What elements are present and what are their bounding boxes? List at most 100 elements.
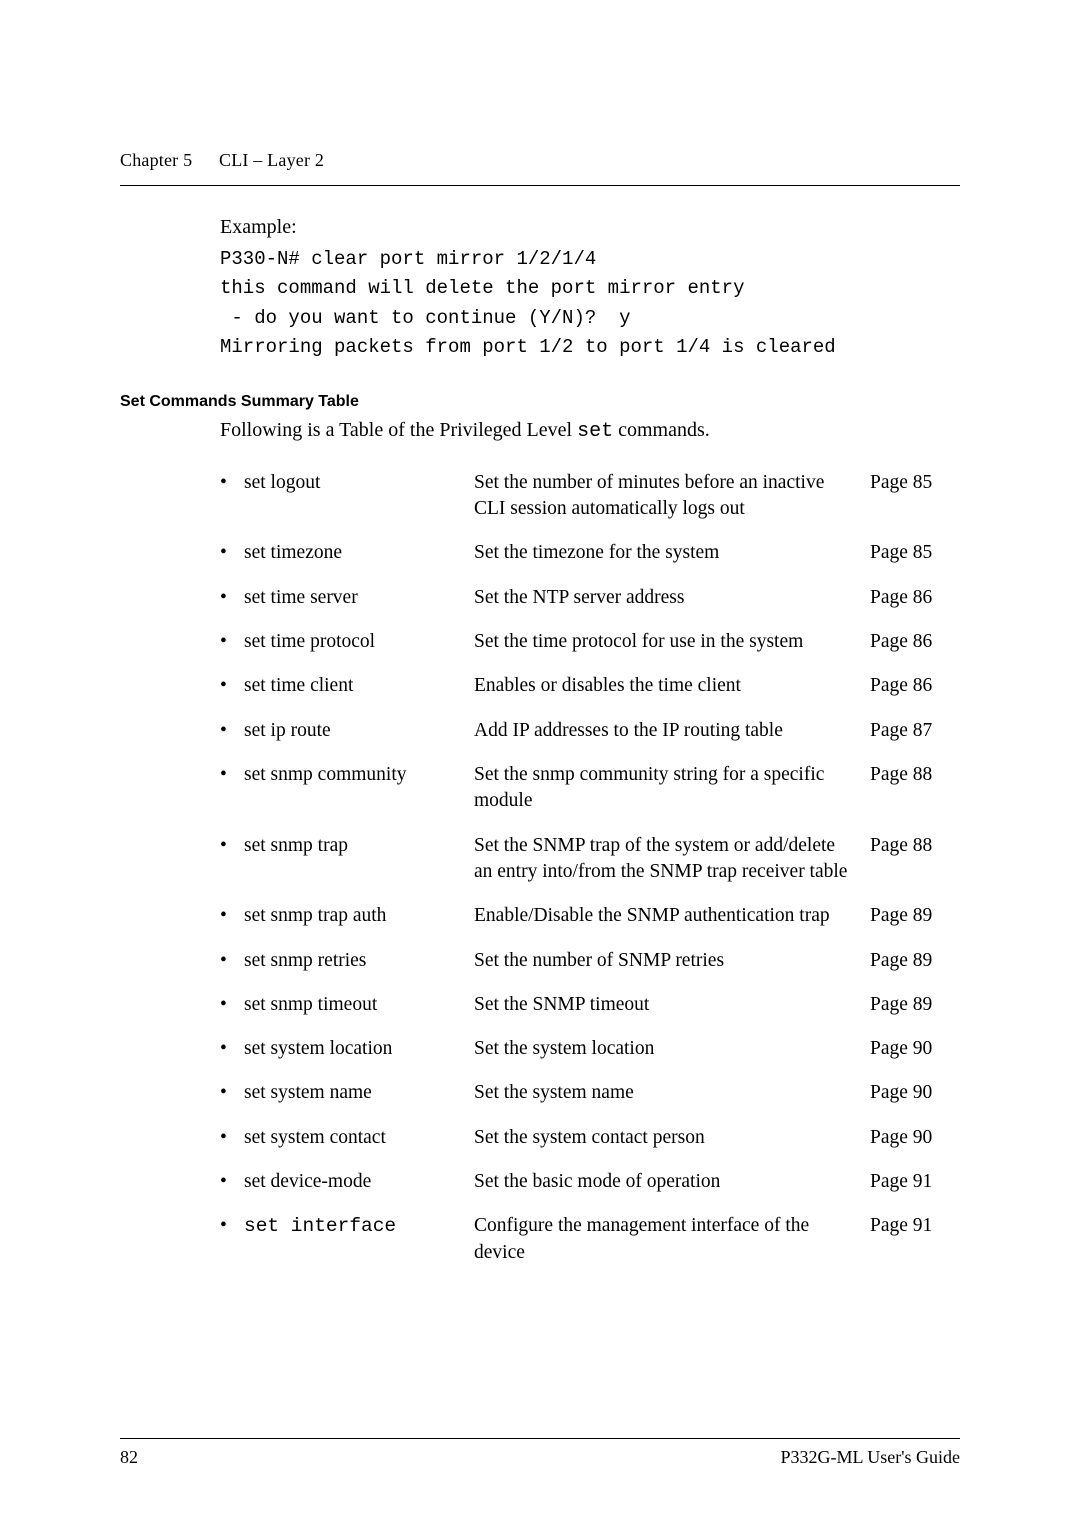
command-page: Page 88 [870,762,960,788]
command-description: Set the snmp community string for a spec… [474,762,870,815]
command-name: set snmp trap [244,833,474,859]
command-description: Enables or disables the time client [474,673,870,699]
command-page: Page 91 [870,1213,960,1239]
command-page: Page 89 [870,948,960,974]
command-name: set system name [244,1080,474,1106]
bullet-icon: • [220,1036,244,1062]
table-row: •set time serverSet the NTP server addre… [220,576,960,620]
command-page: Page 90 [870,1125,960,1151]
command-description: Set the system location [474,1036,870,1062]
command-name: set snmp retries [244,948,474,974]
command-name: set device-mode [244,1169,474,1195]
command-description: Set the time protocol for use in the sys… [474,629,870,655]
bullet-icon: • [220,673,244,699]
table-row: •set snmp timeoutSet the SNMP timeoutPag… [220,983,960,1027]
command-description: Set the number of minutes before an inac… [474,470,870,523]
command-description: Set the system name [474,1080,870,1106]
chapter-label: Chapter 5 [120,150,192,170]
footer: 82 P332G-ML User's Guide [120,1438,960,1468]
command-description: Set the basic mode of operation [474,1169,870,1195]
command-name: set timezone [244,540,474,566]
footer-rule [120,1438,960,1439]
command-page: Page 85 [870,470,960,496]
bullet-icon: • [220,992,244,1018]
intro-pre: Following is a Table of the Privileged L… [220,419,577,441]
command-page: Page 88 [870,833,960,859]
table-row: •set timezoneSet the timezone for the sy… [220,531,960,575]
command-page: Page 91 [870,1169,960,1195]
bullet-icon: • [220,1213,244,1239]
set-commands-heading: Set Commands Summary Table [120,393,960,411]
command-description: Set the NTP server address [474,585,870,611]
bullet-icon: • [220,629,244,655]
bullet-icon: • [220,540,244,566]
command-name: set snmp community [244,762,474,788]
command-page: Page 86 [870,629,960,655]
intro-mono: set [577,420,613,443]
command-page: Page 87 [870,718,960,744]
page-number: 82 [120,1447,138,1468]
command-name: set time client [244,673,474,699]
bullet-icon: • [220,585,244,611]
bullet-icon: • [220,948,244,974]
command-name: set system location [244,1036,474,1062]
example-label: Example: [220,216,960,239]
command-description: Set the timezone for the system [474,540,870,566]
table-row: •set system locationSet the system locat… [220,1027,960,1071]
chapter-title: CLI – Layer 2 [219,150,324,170]
table-row: •set system contactSet the system contac… [220,1116,960,1160]
bullet-icon: • [220,1080,244,1106]
command-name: set time protocol [244,629,474,655]
table-row: •set device-modeSet the basic mode of op… [220,1160,960,1204]
command-description: Add IP addresses to the IP routing table [474,718,870,744]
table-row: •set snmp retriesSet the number of SNMP … [220,939,960,983]
table-row: •set logoutSet the number of minutes bef… [220,461,960,532]
bullet-icon: • [220,470,244,496]
command-page: Page 90 [870,1080,960,1106]
code-line: Mirroring packets from port 1/2 to port … [220,336,836,358]
table-row: •set system nameSet the system namePage … [220,1071,960,1115]
command-description: Set the SNMP timeout [474,992,870,1018]
command-name: set system contact [244,1125,474,1151]
command-page: Page 90 [870,1036,960,1062]
header-rule [120,185,960,186]
bullet-icon: • [220,1125,244,1151]
command-table: •set logoutSet the number of minutes bef… [220,461,960,1275]
bullet-icon: • [220,718,244,744]
command-name: set snmp trap auth [244,903,474,929]
intro-post: commands. [613,419,710,441]
table-row: •set snmp trapSet the SNMP trap of the s… [220,824,960,895]
command-description: Set the SNMP trap of the system or add/d… [474,833,870,886]
command-description: Configure the management interface of th… [474,1213,870,1266]
table-row: •set ip routeAdd IP addresses to the IP … [220,709,960,753]
bullet-icon: • [220,1169,244,1195]
bullet-icon: • [220,833,244,859]
code-line: - do you want to continue (Y/N)? y [220,307,630,329]
table-row: •set time protocolSet the time protocol … [220,620,960,664]
command-name: set time server [244,585,474,611]
command-page: Page 89 [870,903,960,929]
command-description: Enable/Disable the SNMP authentication t… [474,903,870,929]
intro-line: Following is a Table of the Privileged L… [220,419,960,443]
bullet-icon: • [220,903,244,929]
code-line: P330-N# clear port mirror 1/2/1/4 [220,248,596,270]
command-page: Page 86 [870,673,960,699]
command-page: Page 85 [870,540,960,566]
table-row: •set snmp communitySet the snmp communit… [220,753,960,824]
command-name: set interface [244,1213,474,1239]
command-page: Page 86 [870,585,960,611]
guide-title: P332G-ML User's Guide [780,1447,960,1468]
bullet-icon: • [220,762,244,788]
command-page: Page 89 [870,992,960,1018]
table-row: •set interfaceConfigure the management i… [220,1204,960,1275]
command-description: Set the number of SNMP retries [474,948,870,974]
code-line: this command will delete the port mirror… [220,277,745,299]
table-row: •set time clientEnables or disables the … [220,664,960,708]
command-name: set snmp timeout [244,992,474,1018]
running-head: Chapter 5 CLI – Layer 2 [120,150,960,171]
command-name: set ip route [244,718,474,744]
code-block: P330-N# clear port mirror 1/2/1/4 this c… [220,245,960,363]
command-description: Set the system contact person [474,1125,870,1151]
table-row: •set snmp trap authEnable/Disable the SN… [220,894,960,938]
command-name: set logout [244,470,474,496]
